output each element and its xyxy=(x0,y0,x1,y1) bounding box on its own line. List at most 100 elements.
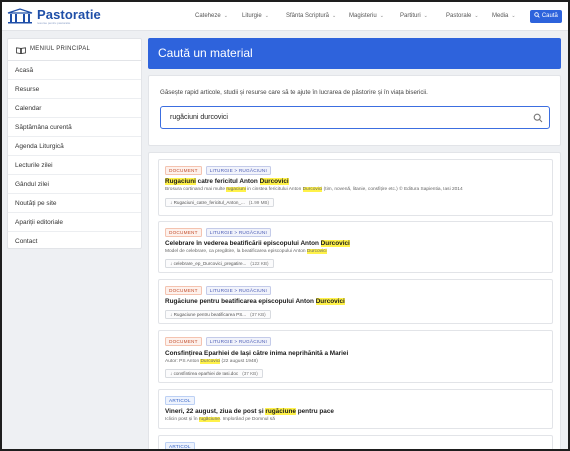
title-text: catre fericitul Anton xyxy=(195,178,260,185)
nav-partituri[interactable]: Partituri ⌄ xyxy=(400,2,428,31)
result-card[interactable]: DOCUMENT LITURGIE > RUGĂCIUNI Consfințire… xyxy=(158,330,553,383)
chevron-down-icon: ⌄ xyxy=(511,13,516,19)
chevron-down-icon: ⌄ xyxy=(423,13,428,19)
sidebar-item-acasa[interactable]: Acasă xyxy=(8,61,141,80)
file-size: (37 KB) xyxy=(250,312,266,317)
nav-magisteriu[interactable]: Magisteriu ⌄ xyxy=(349,2,384,31)
file-name: celebrare_ep_Durcovici_pregatire... xyxy=(173,261,247,266)
title-text: Consfințirea Eparhiei de Iași către inim… xyxy=(165,350,349,357)
excerpt-text: (tim, novenă, litanie, consfițire etc.) … xyxy=(322,187,463,192)
excerpt-highlight: Durcovici xyxy=(306,249,327,254)
result-tags: DOCUMENT LITURGIE > RUGĂCIUNI xyxy=(165,286,275,295)
main-menu-sidebar: MENIUL PRINCIPAL Acasă Resurse Calendar … xyxy=(7,38,142,249)
file-attachment[interactable]: ↓ celebrare_ep_Durcovici_pregatire... (12… xyxy=(165,259,274,268)
file-size: (1.99 MB) xyxy=(248,200,269,205)
excerpt-text: Autor: PS Anton xyxy=(165,359,201,364)
sidebar-header: MENIUL PRINCIPAL xyxy=(8,39,141,61)
results-list: DOCUMENT LITURGIE > RUGĂCIUNI Rugaciuni c… xyxy=(148,152,561,449)
nav-media[interactable]: Media ⌄ xyxy=(492,2,516,31)
file-name: consfintirea eparhiei de Iasi.doc xyxy=(173,371,239,376)
excerpt-text: Brosura cortinand mai multe xyxy=(165,187,227,192)
nav-label: Liturgie xyxy=(242,13,262,19)
result-card[interactable]: DOCUMENT LITURGIE > RUGĂCIUNI Rugăciune p… xyxy=(158,279,553,324)
result-title[interactable]: Consfințirea Eparhiei de Iași către inim… xyxy=(165,350,348,357)
excerpt-highlight: Durcovici xyxy=(302,187,323,192)
result-excerpt: Iclicin post și în rugăciune. Implorând … xyxy=(165,417,275,422)
excerpt-text: (22 august 1948) xyxy=(220,359,258,364)
page-hero: Caută un material xyxy=(148,38,561,69)
search-panel: Găsește rapid articole, studii și resurs… xyxy=(148,75,561,146)
category-badge[interactable]: LITURGIE > RUGĂCIUNI xyxy=(205,166,271,175)
sidebar-title: MENIUL PRINCIPAL xyxy=(30,46,91,52)
nav-label: Partituri xyxy=(400,13,421,19)
file-attachment[interactable]: ↓ Rugaciune pentru beatificarea PS... (37… xyxy=(165,310,271,319)
excerpt-highlight: rugaciuni xyxy=(226,187,246,192)
result-card[interactable]: DOCUMENT LITURGIE > RUGĂCIUNI Rugaciuni c… xyxy=(158,159,553,216)
download-icon: ↓ xyxy=(170,200,173,205)
search-input-value: rugăciuni durcovici xyxy=(170,114,228,121)
site-logo[interactable]: Pastoratie resurse pentru pastoratie xyxy=(7,6,117,28)
sidebar-item-aparitii-editoriale[interactable]: Apariții editoriale xyxy=(8,213,141,232)
header-search-button[interactable]: Caută xyxy=(530,10,562,23)
result-tags: ARTICOL xyxy=(165,396,199,405)
chevron-down-icon: ⌄ xyxy=(474,13,479,19)
title-highlight: Durcovici xyxy=(320,240,350,247)
type-badge: DOCUMENT xyxy=(165,228,202,237)
category-badge[interactable]: LITURGIE > RUGĂCIUNI xyxy=(205,286,271,295)
file-attachment[interactable]: ↓ consfintirea eparhiei de Iasi.doc (37 K… xyxy=(165,369,263,378)
title-text: pentru pace xyxy=(295,408,334,415)
type-badge: DOCUMENT xyxy=(165,166,202,175)
title-highlight: Rugaciuni xyxy=(165,178,196,185)
category-badge[interactable]: LITURGIE > RUGĂCIUNI xyxy=(205,228,271,237)
excerpt-text: Model de celebrare, ca pregătire, la bea… xyxy=(165,249,307,254)
nav-cateheze[interactable]: Cateheze ⌄ xyxy=(195,2,228,31)
file-size: (37 KB) xyxy=(242,371,258,376)
result-title[interactable]: Rugăciune pentru beatificarea episcopulu… xyxy=(165,298,345,305)
title-highlight: Durcovici xyxy=(315,298,345,305)
chevron-down-icon: ⌄ xyxy=(379,13,384,19)
title-highlight: rugăciune xyxy=(265,408,296,415)
sidebar-item-saptamana-curenta[interactable]: Săptămâna curentă xyxy=(8,118,141,137)
nav-label: Sfânta Scriptură xyxy=(286,13,330,19)
type-badge: ARTICOL xyxy=(165,396,195,405)
title-highlight: Durcovici xyxy=(259,178,289,185)
nav-label: Cateheze xyxy=(195,13,221,19)
sidebar-item-lecturile-zilei[interactable]: Lecturile zilei xyxy=(8,156,141,175)
page-frame: Pastoratie resurse pentru pastoratie Cat… xyxy=(0,0,570,451)
nav-label: Media xyxy=(492,13,509,19)
title-text: Celebrare în vederea beatificării episco… xyxy=(165,240,321,247)
download-icon: ↓ xyxy=(170,371,173,376)
search-icon[interactable] xyxy=(533,113,543,123)
excerpt-text: . Implorând pe Domnul să xyxy=(219,417,275,422)
result-title[interactable]: Celebrare în vederea beatificării episco… xyxy=(165,240,350,247)
excerpt-highlight: Durcovici xyxy=(200,359,221,364)
sidebar-item-noutati[interactable]: Noutăți pe site xyxy=(8,194,141,213)
result-tags: ARTICOL xyxy=(165,442,199,449)
result-card[interactable]: DOCUMENT LITURGIE > RUGĂCIUNI Celebrare î… xyxy=(158,221,553,273)
sidebar-item-gandul-zilei[interactable]: Gândul zilei xyxy=(8,175,141,194)
brand-tagline: resurse pentru pastoratie xyxy=(37,21,71,25)
sidebar-item-contact[interactable]: Contact xyxy=(8,232,141,251)
file-name: Rugaciuni_catre_fericitul_Anton_... xyxy=(173,200,245,205)
nav-pastorale[interactable]: Pastorale ⌄ xyxy=(446,2,479,31)
file-attachment[interactable]: ↓ Rugaciuni_catre_fericitul_Anton_... (1.… xyxy=(165,198,274,207)
nav-sfanta-scriptura[interactable]: Sfânta Scriptură ⌄ xyxy=(286,2,336,31)
title-text: Rugăciune pentru beatificarea episcopulu… xyxy=(165,298,316,305)
search-icon xyxy=(534,12,540,18)
result-tags: DOCUMENT LITURGIE > RUGĂCIUNI xyxy=(165,337,275,346)
category-badge[interactable]: LITURGIE > RUGĂCIUNI xyxy=(205,337,271,346)
type-badge: DOCUMENT xyxy=(165,337,202,346)
result-card[interactable]: ARTICOL Vineri, 22 august, ziua de post … xyxy=(158,389,553,429)
result-title[interactable]: Rugaciuni catre fericitul Anton Durcovic… xyxy=(165,178,289,185)
search-description: Găsește rapid articole, studii și resurs… xyxy=(160,89,428,96)
sidebar-item-calendar[interactable]: Calendar xyxy=(8,99,141,118)
result-card[interactable]: ARTICOL xyxy=(158,435,553,449)
excerpt-text: Iclicin post și în xyxy=(165,417,199,422)
sidebar-item-resurse[interactable]: Resurse xyxy=(8,80,141,99)
nav-liturgie[interactable]: Liturgie ⌄ xyxy=(242,2,269,31)
result-title[interactable]: Vineri, 22 august, ziua de post și rugăc… xyxy=(165,408,334,415)
result-excerpt: Model de celebrare, ca pregătire, la bea… xyxy=(165,249,327,254)
nav-label: Magisteriu xyxy=(349,13,377,19)
sidebar-item-agenda-liturgica[interactable]: Agenda Liturgică xyxy=(8,137,141,156)
search-input[interactable]: rugăciuni durcovici xyxy=(160,106,550,129)
